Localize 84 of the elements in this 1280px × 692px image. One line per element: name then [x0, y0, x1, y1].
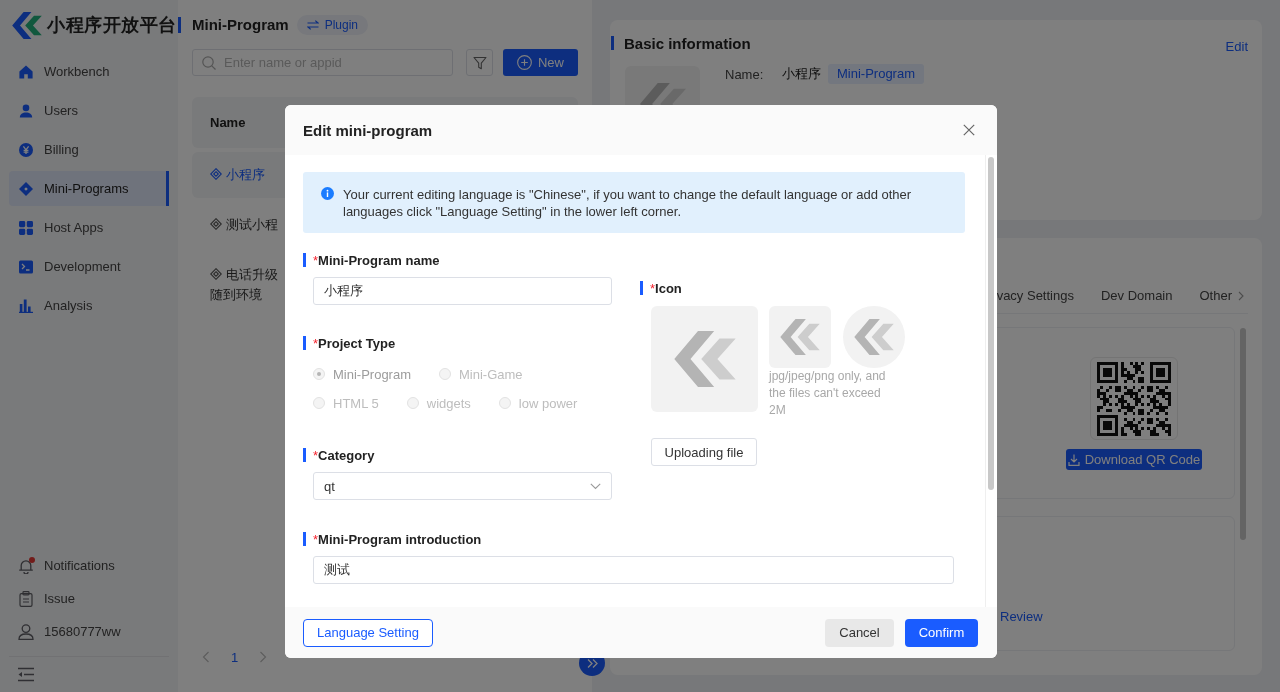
download-icon	[1067, 453, 1080, 466]
bell-icon	[18, 557, 34, 574]
nav-item[interactable]: Users	[9, 93, 169, 128]
menu-fold-icon	[17, 667, 35, 682]
introduction-input[interactable]: 测试	[313, 556, 954, 584]
collapse-button[interactable]	[17, 667, 35, 682]
diamond-outline-icon	[210, 168, 222, 180]
sidebar-link[interactable]: 15680777ww	[9, 615, 169, 648]
swap-arrows-icon	[306, 19, 319, 30]
sidebar-link[interactable]: Issue	[9, 582, 169, 615]
terminal-icon	[19, 259, 33, 274]
diamond-outline-icon	[210, 218, 222, 230]
new-button[interactable]: New	[503, 49, 578, 76]
info-icon	[321, 187, 334, 200]
scrollbar[interactable]	[1240, 328, 1246, 540]
sidebar-link[interactable]: Notifications	[9, 549, 169, 582]
close-icon	[963, 124, 975, 136]
page-number[interactable]: 1	[231, 649, 239, 665]
chevron-right-icon[interactable]	[1238, 291, 1244, 301]
edit-link[interactable]: Edit	[1225, 38, 1248, 54]
tab[interactable]: Dev Domain	[1100, 286, 1173, 306]
user-icon	[18, 623, 34, 640]
nav-item[interactable]: Billing	[9, 132, 169, 167]
label-accent-bar	[303, 448, 306, 462]
upload-button[interactable]: Uploading file	[651, 438, 757, 466]
upload-hint: jpg/jpeg/png only, and the files can't exceed 2M	[769, 368, 887, 419]
field-label: *Mini-Program introduction	[313, 531, 482, 547]
language-setting-button[interactable]: Language Setting	[303, 618, 433, 647]
user-icon	[19, 103, 33, 118]
type-tag: Mini-Program	[828, 64, 924, 84]
nav-item[interactable]: Host Apps	[9, 210, 169, 245]
name-input[interactable]: 小程序	[313, 277, 612, 305]
plus-circle-icon	[517, 55, 532, 70]
column-header: Name	[210, 115, 246, 130]
download-qr-button[interactable]: Download QR Code	[1066, 449, 1202, 470]
label-accent-bar	[303, 336, 306, 350]
tab[interactable]: vacy Settings	[996, 286, 1074, 306]
review-link[interactable]: Review	[1000, 609, 1043, 624]
field-value: 小程序	[782, 65, 821, 83]
program-list-item[interactable]: 测试小程	[192, 202, 285, 248]
title-accent-bar	[611, 36, 614, 50]
bar-chart-icon	[19, 298, 33, 313]
nav-item[interactable]: Workbench	[9, 54, 169, 89]
label-accent-bar	[640, 281, 643, 295]
field-label: *Project Type	[313, 335, 396, 351]
program-list-item[interactable]: 电话升级随到环境	[192, 252, 285, 318]
diamond-icon	[19, 181, 33, 196]
diamond-outline-icon	[210, 268, 222, 280]
brand-name: 小程序开放平台	[47, 14, 177, 37]
confirm-button[interactable]: Confirm	[905, 618, 978, 647]
field-label: *Mini-Program name	[313, 252, 440, 268]
home-icon	[19, 64, 33, 79]
tab[interactable]: Other	[1199, 286, 1232, 306]
chevron-right-icon[interactable]	[259, 651, 268, 663]
field-label: *Icon	[650, 280, 682, 296]
clipboard-icon	[18, 590, 34, 607]
dialog-title: Edit mini-program	[303, 121, 433, 139]
nav-item[interactable]: Development	[9, 249, 169, 284]
logo-placeholder-icon	[769, 306, 831, 368]
category-select[interactable]: qt	[313, 472, 612, 500]
scrollbar[interactable]	[988, 157, 994, 490]
alert-text: Your current editing language is "Chinese", if you want to change the default language or add other languages click "Language Setting" in the lower left corner.	[343, 185, 913, 220]
title-accent-bar	[178, 16, 181, 33]
filter-icon	[472, 55, 487, 70]
chevron-left-icon[interactable]	[202, 651, 210, 663]
plugin-badge[interactable]: Plugin	[296, 14, 369, 35]
label-accent-bar	[303, 253, 306, 267]
grid-icon	[19, 220, 33, 235]
chevron-down-icon	[590, 482, 601, 490]
program-list-item[interactable]: 小程序	[192, 152, 285, 198]
cancel-button[interactable]: Cancel	[825, 618, 894, 647]
nav-item[interactable]: Analysis	[9, 288, 169, 323]
search-icon	[202, 55, 216, 70]
logo-icon	[12, 11, 42, 39]
yen-coin-icon	[19, 142, 33, 157]
field-label: Name:	[725, 66, 765, 82]
logo-placeholder-icon	[651, 306, 758, 412]
field-label: *Category	[313, 447, 375, 463]
close-button[interactable]	[963, 124, 975, 136]
filter-button[interactable]	[466, 49, 493, 76]
page-title: Mini-Program	[192, 16, 289, 33]
card-title: Basic information	[624, 34, 751, 52]
nav-item[interactable]: Mini-Programs	[9, 171, 169, 206]
label-accent-bar	[303, 532, 306, 546]
